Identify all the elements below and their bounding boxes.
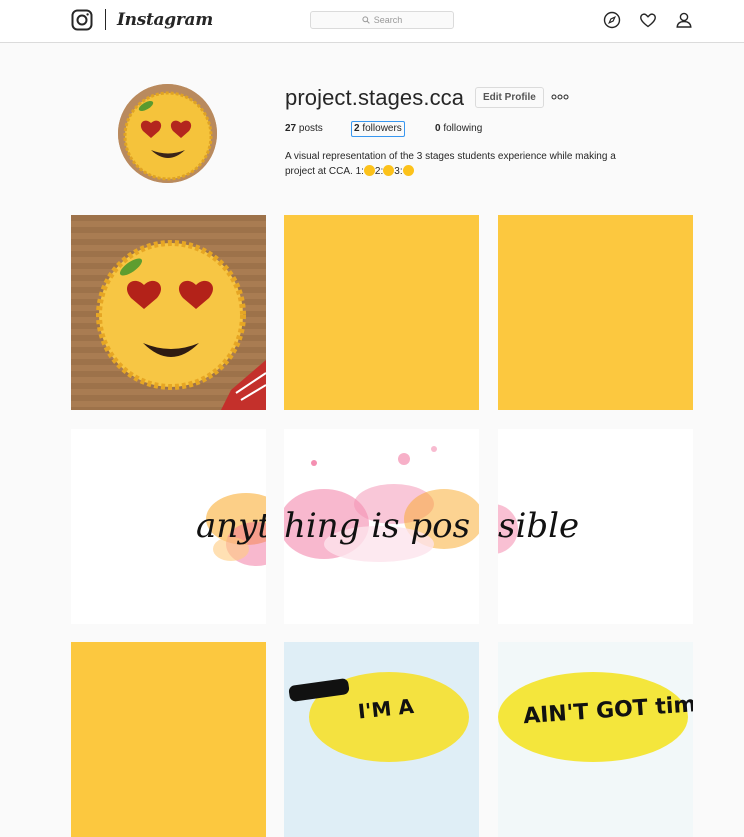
profile-bio: A visual representation of the 3 stages …	[285, 149, 675, 179]
bio-line-2-b: 2:	[374, 166, 384, 177]
posts-count: 27	[285, 123, 297, 134]
post-aint-got-time[interactable]: AIN'T GOT time	[498, 642, 693, 837]
post-yellow-2[interactable]	[498, 215, 693, 410]
profile-person-icon[interactable]	[675, 11, 693, 29]
more-options-icon[interactable]	[551, 92, 569, 102]
banner-text-part-1: anyt	[196, 506, 266, 546]
post-yellow-3[interactable]	[71, 642, 266, 837]
bio-line-1: A visual representation of the 3 stages …	[285, 151, 616, 162]
bio-line-2-c: 3:	[394, 166, 403, 177]
profile-username: project.stages.cca	[285, 85, 465, 110]
followers-label: followers	[362, 123, 402, 134]
instagram-glyph-icon[interactable]	[71, 9, 93, 31]
following-count: 0	[435, 123, 441, 134]
surprised-emoji-icon	[383, 165, 395, 176]
following-label: following	[443, 123, 483, 134]
bio-line-2-a: project at CCA. 1:	[285, 166, 364, 177]
heart-icon[interactable]	[639, 11, 657, 29]
followers-count: 2	[354, 123, 360, 134]
search-input[interactable]: Search	[310, 11, 454, 29]
heart-eyes-emoji-icon	[363, 165, 375, 176]
search-placeholder: Search	[373, 15, 403, 25]
followers-link[interactable]: 2 followers	[351, 121, 405, 137]
following-link[interactable]: 0 following	[435, 122, 482, 136]
instagram-wordmark[interactable]: Instagram	[117, 7, 213, 33]
sunglasses-emoji-icon	[402, 165, 414, 176]
posts-label: posts	[298, 123, 323, 134]
edit-profile-button[interactable]: Edit Profile	[475, 87, 544, 108]
post-anything-2[interactable]: hing is pos	[284, 429, 479, 624]
post-anything-3[interactable]: sible	[498, 429, 693, 624]
top-nav: Instagram Search	[0, 0, 744, 43]
banner-text-part-3: sible	[498, 506, 579, 546]
nav-separator	[105, 9, 106, 30]
profile-avatar[interactable]	[118, 84, 217, 183]
post-anything-1[interactable]: anyt	[71, 429, 266, 624]
explore-compass-icon[interactable]	[603, 11, 621, 29]
posts-stat: 27 posts	[285, 122, 323, 136]
banner-text-part-2: hing is pos	[284, 506, 470, 546]
search-icon	[362, 16, 370, 24]
post-yellow-1[interactable]	[284, 215, 479, 410]
post-im-a[interactable]: I'M A	[284, 642, 479, 837]
post-spaghetti-emoji[interactable]	[71, 215, 266, 410]
